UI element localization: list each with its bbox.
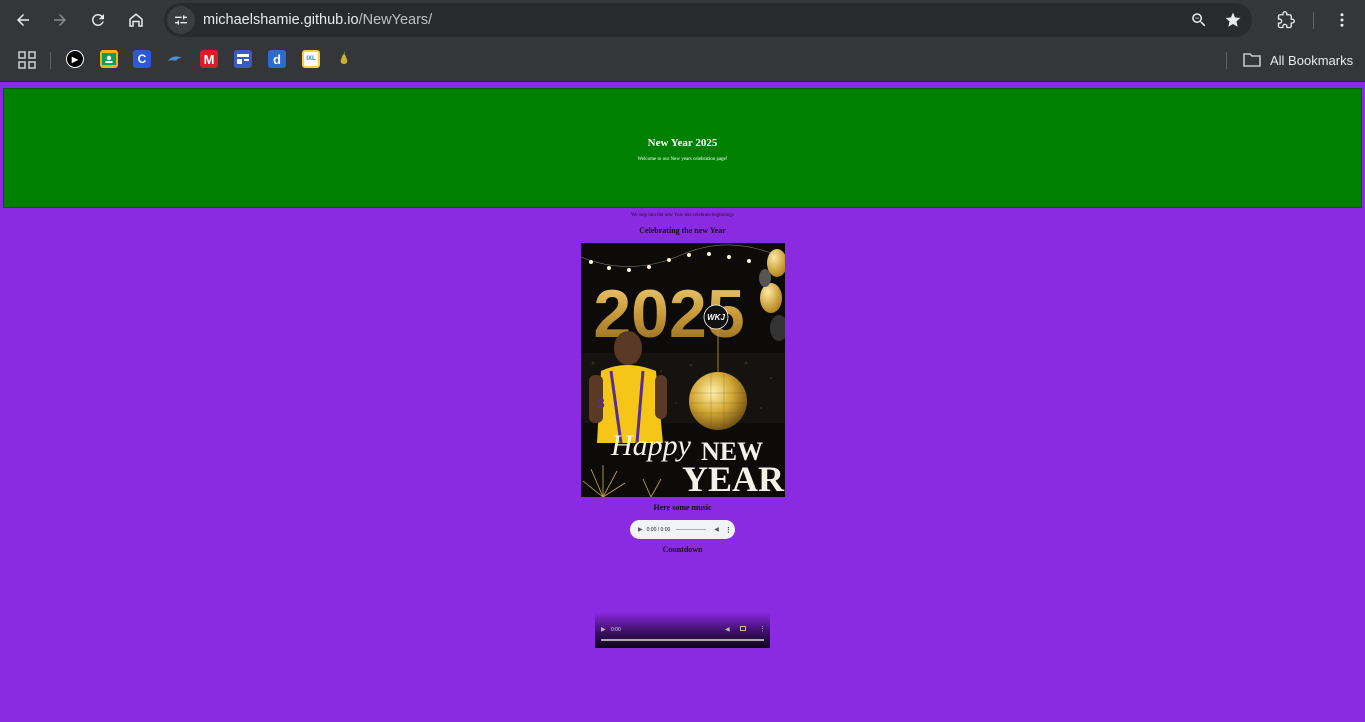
music-heading: Here some music bbox=[653, 503, 712, 512]
toolbar-divider bbox=[1313, 12, 1314, 29]
video-more-options-icon[interactable]: ⋮ bbox=[759, 625, 766, 633]
svg-text:3: 3 bbox=[597, 395, 605, 411]
puzzle-icon bbox=[1277, 11, 1295, 29]
bookmarks-divider bbox=[50, 52, 51, 69]
video-play-icon[interactable]: ▶ bbox=[601, 626, 606, 633]
poster-happy: Happy bbox=[610, 429, 692, 462]
video-volume-icon[interactable]: ◀ bbox=[725, 626, 730, 633]
forward-button[interactable] bbox=[46, 6, 74, 34]
bookmark-playback-icon[interactable]: ▶ bbox=[66, 50, 84, 68]
arrow-left-icon bbox=[17, 14, 29, 26]
back-button[interactable] bbox=[9, 6, 37, 34]
menu-button[interactable] bbox=[1328, 6, 1356, 34]
bookmark-board-icon[interactable] bbox=[234, 50, 252, 68]
bookmark-d-icon[interactable]: d bbox=[268, 50, 286, 68]
page-title: New Year 2025 bbox=[647, 137, 718, 149]
fullscreen-icon[interactable] bbox=[740, 626, 746, 631]
home-icon bbox=[129, 13, 143, 27]
more-vert-icon bbox=[1340, 13, 1344, 27]
audio-time: 0:00 / 0:00 bbox=[646, 526, 671, 533]
countdown-video-player[interactable]: ▶ 0:00 ◀ ⋮ bbox=[595, 612, 770, 648]
poster-year-word: YEAR bbox=[682, 459, 785, 497]
new-year-poster-image: 2025 WKJ 3 Happy NEW YEAR bbox=[581, 243, 785, 497]
bookmark-m-icon[interactable]: M bbox=[200, 50, 218, 68]
bookmark-ixl-icon[interactable]: IXL bbox=[302, 50, 320, 68]
page-subtitle: Welcome to our New years celebration pag… bbox=[637, 157, 728, 162]
all-bookmarks-label: All Bookmarks bbox=[1270, 52, 1354, 68]
video-seek-bar[interactable] bbox=[601, 639, 764, 641]
url-path: /NewYears/ bbox=[358, 12, 433, 28]
volume-icon[interactable]: ◀ bbox=[714, 526, 719, 533]
audio-player[interactable]: ▶ 0:00 / 0:00 ◀ ⋮ bbox=[630, 520, 735, 539]
browser-toolbar: michaelshamie.github.io/NewYears/ bbox=[0, 0, 1365, 41]
tagline: We step into the new Year lets celebrate… bbox=[631, 213, 734, 218]
site-info-button[interactable] bbox=[167, 6, 195, 34]
audio-seek-bar[interactable] bbox=[676, 529, 707, 530]
bookmark-star-button[interactable] bbox=[1223, 10, 1243, 30]
play-icon[interactable]: ▶ bbox=[638, 526, 643, 533]
video-time: 0:00 bbox=[611, 627, 621, 633]
bookmark-c-icon[interactable]: C bbox=[133, 50, 151, 68]
reload-icon bbox=[91, 13, 104, 26]
zoom-button[interactable] bbox=[1189, 10, 1209, 30]
page-header: New Year 2025 Welcome to our New years c… bbox=[3, 88, 1362, 208]
apps-icon[interactable] bbox=[18, 51, 36, 69]
browser-chrome: michaelshamie.github.io/NewYears/ ▶ C M … bbox=[0, 0, 1365, 82]
arrow-right-icon bbox=[54, 14, 66, 26]
bookmarks-bar: ▶ C M d IXL All Bookmarks bbox=[0, 41, 1365, 79]
address-bar[interactable]: michaelshamie.github.io/NewYears/ bbox=[164, 3, 1252, 37]
home-button[interactable] bbox=[122, 6, 150, 34]
web-page: New Year 2025 Welcome to our New years c… bbox=[0, 82, 1365, 722]
extensions-button[interactable] bbox=[1272, 6, 1300, 34]
star-icon bbox=[1225, 12, 1241, 27]
folder-icon bbox=[1243, 53, 1261, 67]
all-bookmarks-button[interactable]: All Bookmarks bbox=[1242, 49, 1353, 71]
celebrating-heading: Celebrating the new Year bbox=[639, 226, 726, 235]
bookmark-pear-icon[interactable] bbox=[335, 50, 353, 68]
poster-badge: WKJ bbox=[707, 313, 725, 322]
url-host: michaelshamie.github.io bbox=[203, 12, 359, 28]
url-text: michaelshamie.github.io/NewYears/ bbox=[203, 12, 432, 28]
bookmarks-divider-right bbox=[1226, 52, 1227, 69]
reload-button[interactable] bbox=[84, 6, 112, 34]
more-options-icon[interactable]: ⋮ bbox=[725, 526, 732, 534]
bookmark-classroom-icon[interactable] bbox=[100, 50, 118, 68]
tune-icon bbox=[175, 15, 187, 25]
bookmark-dolphin-icon[interactable] bbox=[166, 50, 184, 68]
zoom-icon bbox=[1192, 13, 1206, 27]
countdown-heading: Countdown bbox=[662, 545, 703, 554]
